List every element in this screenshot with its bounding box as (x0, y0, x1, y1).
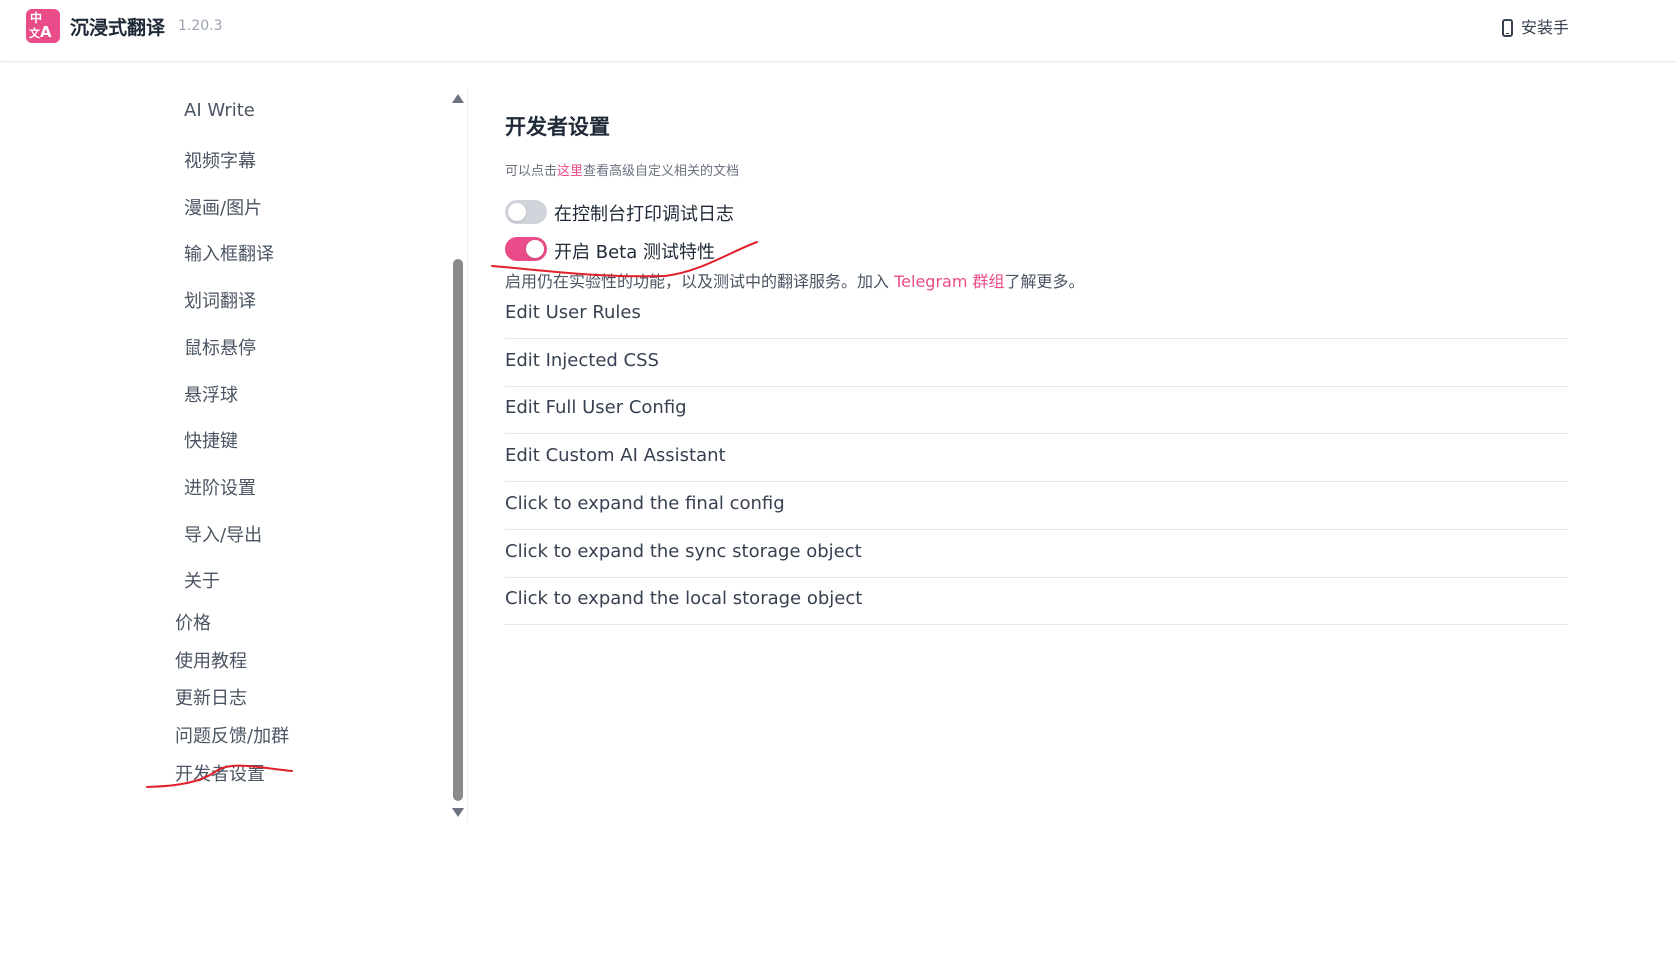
desc-suffix: 查看高级自定义相关的文档 (583, 164, 740, 179)
row-label: Edit Custom AI Assistant (505, 445, 726, 466)
app-logo-icon[interactable]: 中 文 A (26, 9, 60, 43)
sidebar-item-advanced[interactable]: 进阶设置 (184, 474, 256, 500)
edit-user-rules-row[interactable]: Edit User Rules (505, 291, 1568, 339)
mobile-phone-icon (1502, 19, 1513, 37)
row-label: Edit User Rules (505, 302, 641, 323)
beta-description: 启用仍在实验性的功能，以及测试中的翻译服务。加入 Telegram 群组了解更多… (505, 268, 1085, 292)
desc-prefix: 可以点击 (505, 164, 558, 179)
sidebar-item-shortcuts[interactable]: 快捷键 (184, 427, 238, 453)
row-label: Click to expand the final config (505, 493, 785, 514)
telegram-group-link[interactable]: Telegram 群组 (894, 272, 1004, 291)
expand-final-config-row[interactable]: Click to expand the final config (505, 482, 1568, 530)
sidebar-item-ai-write[interactable]: AI Write (184, 100, 255, 121)
logo-glyph-side: 文 (29, 27, 40, 40)
install-label: 安装手 (1521, 18, 1568, 37)
sidebar-item-feedback[interactable]: 问题反馈/加群 (175, 722, 289, 748)
edit-full-user-config-row[interactable]: Edit Full User Config (505, 386, 1568, 434)
sidebar-item-floating-ball[interactable]: 悬浮球 (184, 381, 238, 407)
beta-features-label: 开启 Beta 测试特性 (554, 242, 715, 263)
row-label: Edit Full User Config (505, 397, 687, 418)
sidebar-item-about[interactable]: 关于 (184, 567, 220, 593)
app-title: 沉浸式翻译 (70, 17, 166, 39)
sidebar-item-manga-images[interactable]: 漫画/图片 (184, 194, 262, 220)
toggle-knob (508, 203, 526, 221)
scroll-down-arrow-icon[interactable] (452, 808, 464, 817)
sidebar-item-pricing[interactable]: 价格 (175, 609, 211, 635)
beta-desc-prefix: 启用仍在实验性的功能，以及测试中的翻译服务。加入 (505, 272, 895, 291)
docs-link[interactable]: 这里 (557, 164, 583, 179)
expand-sync-storage-row[interactable]: Click to expand the sync storage object (505, 530, 1568, 578)
app-header: 中 文 A 沉浸式翻译 1.20.3 安装手 (0, 0, 1676, 62)
expand-local-storage-row[interactable]: Click to expand the local storage object (505, 577, 1568, 625)
toggle-knob (526, 240, 544, 258)
debug-log-toggle[interactable] (505, 200, 547, 224)
sidebar-item-tutorial[interactable]: 使用教程 (175, 647, 247, 673)
beta-features-toggle[interactable] (505, 237, 547, 261)
logo-glyph-bottom: A (40, 23, 52, 41)
row-label: Edit Injected CSS (505, 350, 659, 371)
scrollbar-thumb[interactable] (453, 259, 463, 801)
page-description: 可以点击这里查看高级自定义相关的文档 (505, 160, 739, 179)
sidebar-item-selection-translate[interactable]: 划词翻译 (184, 287, 256, 313)
scroll-up-arrow-icon[interactable] (452, 94, 464, 103)
page-title: 开发者设置 (505, 115, 610, 139)
app-version: 1.20.3 (178, 18, 223, 34)
sidebar-item-import-export[interactable]: 导入/导出 (184, 521, 262, 547)
beta-desc-suffix: 了解更多。 (1004, 272, 1085, 291)
sidebar-item-changelog[interactable]: 更新日志 (175, 684, 247, 710)
sidebar-divider (467, 88, 468, 822)
edit-injected-css-row[interactable]: Edit Injected CSS (505, 339, 1568, 387)
row-label: Click to expand the local storage object (505, 588, 863, 609)
sidebar-item-input-translate[interactable]: 输入框翻译 (184, 240, 274, 266)
debug-log-label: 在控制台打印调试日志 (554, 204, 734, 225)
sidebar-item-video-subtitles[interactable]: 视频字幕 (184, 147, 256, 173)
edit-custom-ai-assistant-row[interactable]: Edit Custom AI Assistant (505, 434, 1568, 482)
install-mobile-button[interactable]: 安装手 (1500, 10, 1568, 44)
sidebar-item-mouse-hover[interactable]: 鼠标悬停 (184, 334, 256, 360)
row-label: Click to expand the sync storage object (505, 541, 862, 562)
sidebar-item-developer-settings[interactable]: 开发者设置 (175, 760, 265, 786)
